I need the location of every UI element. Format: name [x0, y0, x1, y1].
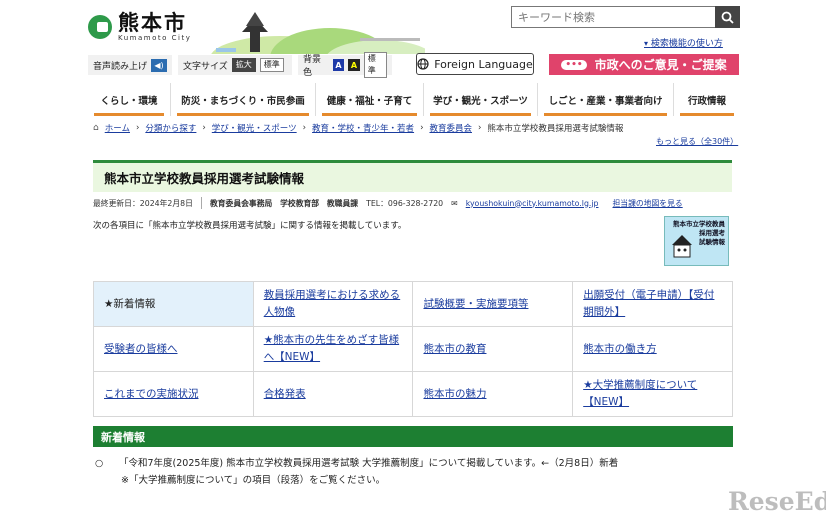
- table-cell: ★熊本市の先生をめざす皆様へ【NEW】: [252, 326, 414, 372]
- more-link[interactable]: もっと見る（全30件）: [656, 136, 738, 147]
- last-updated: 最終更新日：2024年2月8日: [93, 198, 193, 208]
- intro-text: 次の各項目に「熊本市立学校教員採用選考試験」に関する情報を掲載しています。: [93, 221, 407, 231]
- breadcrumb-current: 熊本市立学校教員採用選考試験情報: [487, 124, 624, 134]
- table-cell-current: ★新着情報: [93, 281, 254, 327]
- chevron-down-icon: ▾: [644, 39, 649, 48]
- table-cell: 合格発表: [252, 371, 414, 417]
- nav-item-work[interactable]: しごと・産業・事業者向け: [538, 83, 674, 116]
- breadcrumb-category[interactable]: 分類から探す: [145, 122, 196, 134]
- nav-item-learning[interactable]: 学び・観光・スポーツ: [424, 83, 538, 116]
- link-for-applicants[interactable]: 受験者の皆様へ: [104, 343, 178, 355]
- table-cell: 熊本市の魅力: [412, 371, 574, 417]
- logo-text-jp: 熊本市: [118, 11, 187, 35]
- breadcrumb: ⌂ ホーム › 分類から探す › 学び・観光・スポーツ › 教育・学校・青少年・…: [93, 122, 623, 134]
- table-cell: ★大学推薦制度について【NEW】: [572, 371, 733, 417]
- telephone: TEL：096-328-2720: [366, 198, 444, 208]
- mail-icon: ✉: [451, 198, 458, 208]
- globe-icon: [417, 58, 429, 70]
- search-input[interactable]: [511, 6, 715, 28]
- breadcrumb-learning[interactable]: 学び・観光・スポーツ: [212, 122, 297, 134]
- city-emblem-icon: [88, 15, 112, 39]
- table-cell: 出願受付（電子申請）【受付期間外】: [572, 281, 733, 327]
- nav-item-health[interactable]: 健康・福祉・子育て: [316, 83, 424, 116]
- opinion-button[interactable]: ••• 市政へのご意見・ご提案: [549, 54, 739, 75]
- link-university-recommendation[interactable]: ★大学推薦制度について【NEW】: [583, 379, 697, 408]
- banner-line-3: 試験情報: [699, 238, 725, 246]
- site-logo[interactable]: 熊本市 Kumamoto City: [88, 12, 191, 42]
- bg-standard-button[interactable]: 標準: [363, 52, 387, 78]
- search-help-label: 検索機能の使い方: [650, 39, 723, 49]
- nav-item-disaster[interactable]: 防災・まちづくり・市民参画: [171, 83, 316, 116]
- table-cell: 受験者の皆様へ: [93, 326, 254, 372]
- watermark-logo: ReseEd: [728, 487, 826, 516]
- speech-bubble-icon: •••: [561, 59, 587, 70]
- news-heading: 新着情報: [93, 426, 733, 447]
- recruitment-banner-image: 熊本市立学校教員 採用選考 試験情報: [664, 216, 729, 266]
- foreign-language-label: Foreign Language: [434, 57, 533, 71]
- bg-color-label: 背景色: [303, 55, 322, 78]
- logo-text-en: Kumamoto City: [118, 34, 192, 42]
- breadcrumb-separator: ›: [202, 123, 206, 133]
- news-item-text: 「令和7年度(2025年度) 熊本市立学校教員採用選考試験 大学推薦制度」につい…: [119, 458, 619, 469]
- font-standard-button[interactable]: 標準: [259, 58, 284, 72]
- table-cell: 熊本市の教育: [412, 326, 574, 372]
- banner-line-2: 採用選考: [699, 229, 725, 237]
- breadcrumb-home[interactable]: ホーム: [105, 122, 130, 134]
- font-size-tool: 文字サイズ 拡大 標準: [178, 55, 292, 75]
- link-desired-person[interactable]: 教員採用選考における求める人物像: [264, 289, 401, 318]
- page-title: 熊本市立学校教員採用選考試験情報: [93, 160, 732, 192]
- breadcrumb-separator: ›: [135, 123, 140, 133]
- bg-blue-button[interactable]: A: [332, 59, 345, 71]
- font-enlarge-button[interactable]: 拡大: [231, 58, 256, 72]
- link-exam-overview[interactable]: 試験概要・実施要項等: [423, 298, 528, 310]
- search-icon: [721, 11, 734, 24]
- home-icon: ⌂: [93, 123, 99, 133]
- link-work-style[interactable]: 熊本市の働き方: [583, 343, 657, 355]
- opinion-label: 市政へのご意見・ご提案: [594, 58, 727, 72]
- breadcrumb-separator: ›: [302, 123, 307, 133]
- breadcrumb-separator: ›: [477, 123, 482, 133]
- map-link[interactable]: 担当課の地図を見る: [613, 198, 683, 209]
- link-new-info: ★新着情報: [104, 297, 156, 310]
- link-education[interactable]: 熊本市の教育: [423, 343, 486, 355]
- department: 教育委員会事務局 学校教育部 教職員課: [209, 198, 359, 208]
- page-meta: 最終更新日：2024年2月8日 教育委員会事務局 学校教育部 教職員課 TEL：…: [93, 197, 683, 209]
- link-city-appeal[interactable]: 熊本市の魅力: [423, 388, 486, 400]
- banner-line-1: 熊本市立学校教員: [673, 220, 725, 228]
- news-note: ※「大学推薦制度について」の項目（段落）をご覧ください。: [121, 475, 386, 486]
- search-help-link[interactable]: ▾ 検索機能の使い方: [644, 36, 723, 49]
- email-link[interactable]: kyoushokuin@city.kumamoto.lg.jp: [466, 199, 599, 208]
- global-nav: くらし・環境 防災・まちづくり・市民参画 健康・福祉・子育て 学び・観光・スポー…: [88, 83, 740, 116]
- nav-item-living[interactable]: くらし・環境: [88, 83, 171, 116]
- news-item: ○ 「令和7年度(2025年度) 熊本市立学校教員採用選考試験 大学推薦制度」につ…: [95, 455, 618, 469]
- bg-color-tool: 背景色 A A 標準: [298, 52, 392, 78]
- breadcrumb-education[interactable]: 教育・学校・青少年・若者: [312, 122, 414, 134]
- breadcrumb-separator: ›: [420, 123, 424, 133]
- site-search: [511, 6, 740, 28]
- breadcrumb-board[interactable]: 教育委員会: [429, 122, 472, 134]
- search-button[interactable]: [715, 6, 740, 28]
- speech-tool[interactable]: 音声読み上げ ◀): [88, 55, 172, 75]
- table-row: ★新着情報 教員採用選考における求める人物像 試験概要・実施要項等 出願受付（電…: [93, 281, 733, 327]
- link-past-results[interactable]: これまでの実施状況: [104, 388, 199, 400]
- speech-label: 音声読み上げ: [93, 61, 148, 72]
- divider: [200, 197, 202, 209]
- section-link-table: ★新着情報 教員採用選考における求める人物像 試験概要・実施要項等 出願受付（電…: [93, 281, 733, 417]
- table-cell: 試験概要・実施要項等: [412, 281, 574, 327]
- link-pass-announcement[interactable]: 合格発表: [264, 388, 306, 400]
- font-size-label: 文字サイズ: [183, 61, 228, 72]
- nav-item-admin[interactable]: 行政情報: [674, 83, 740, 116]
- link-application[interactable]: 出願受付（電子申請）【受付期間外】: [583, 289, 714, 318]
- foreign-language-button[interactable]: Foreign Language: [416, 53, 534, 75]
- bg-black-button[interactable]: A: [348, 59, 360, 71]
- bullet-icon: ○: [95, 458, 104, 469]
- link-future-teachers[interactable]: ★熊本市の先生をめざす皆様へ【NEW】: [264, 334, 399, 363]
- castle-illustration: [211, 12, 425, 54]
- table-cell: 熊本市の働き方: [572, 326, 733, 372]
- table-cell: 教員採用選考における求める人物像: [252, 281, 414, 327]
- speaker-icon: ◀): [151, 58, 167, 72]
- table-row: これまでの実施状況 合格発表 熊本市の魅力 ★大学推薦制度について【NEW】: [93, 371, 733, 417]
- table-row: 受験者の皆様へ ★熊本市の先生をめざす皆様へ【NEW】 熊本市の教育 熊本市の働…: [93, 326, 733, 372]
- table-cell: これまでの実施状況: [93, 371, 254, 417]
